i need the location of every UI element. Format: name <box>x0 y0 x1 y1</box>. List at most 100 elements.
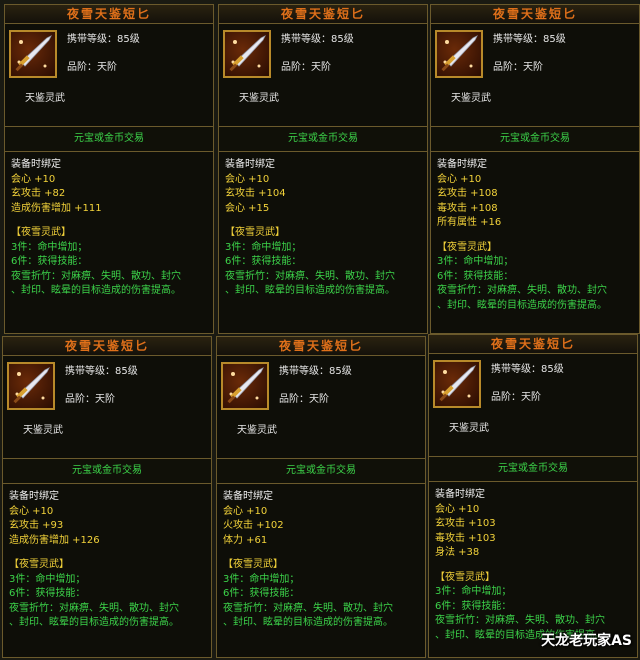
set-bonus-6: 6件：获得技能： <box>11 256 88 267</box>
item-title: 夜雪天鉴短匕 <box>217 337 425 356</box>
carry-level: 携带等级：85级 <box>65 366 138 377</box>
item-icon[interactable] <box>223 30 271 78</box>
bind-type: 装备时绑定 <box>225 159 275 170</box>
stat-line: 玄攻击 +108 <box>437 188 498 199</box>
bind-type: 装备时绑定 <box>9 491 59 502</box>
trade-type: 元宝或金币交易 <box>217 458 425 484</box>
skill-desc-1: 夜雪折竹：对麻痹、失明、散功、封穴 <box>435 615 605 626</box>
dagger-icon <box>229 35 266 72</box>
item-tooltip-card: 夜雪天鉴短匕携带等级：85级 品阶：天阶天鉴灵武元宝或金币交易装备时绑定会心 +1… <box>4 4 214 334</box>
item-grade: 品阶：天阶 <box>281 62 331 73</box>
dagger-icon <box>441 35 478 72</box>
item-series: 天鉴灵武 <box>23 425 63 436</box>
skill-desc-2: 、封印、眩晕的目标造成的伤害提高。 <box>9 617 179 628</box>
attribute-list: 装备时绑定 会心 +10 玄攻击 +108 毒攻击 +108 所有属性 +16 【夜雪灵武… <box>431 152 639 319</box>
item-tooltip-card: 夜雪天鉴短匕携带等级：85级 品阶：天阶天鉴灵武元宝或金币交易装备时绑定会心 +1… <box>428 334 638 658</box>
skill-desc-1: 夜雪折竹：对麻痹、失明、散功、封穴 <box>223 602 393 614</box>
set-name: 【夜雪灵武】 <box>435 571 495 583</box>
carry-level: 携带等级：85级 <box>491 364 564 375</box>
item-icon[interactable] <box>221 362 269 410</box>
item-tooltip-card: 夜雪天鉴短匕 携带等级：85级 品阶：天阶 天鉴灵武 元宝或金币交易 装备时绑定 会心 +1… <box>2 336 212 658</box>
attribute-list: 装备时绑定 会心 +10 玄攻击 +103 毒攻击 +103 身法 +38 【夜雪灵武】 3… <box>429 482 637 649</box>
stat-line: 造成伤害增加 +126 <box>9 534 100 546</box>
set-bonus-6: 6件：获得技能： <box>9 588 86 599</box>
set-name: 【夜雪灵武】 <box>11 227 71 238</box>
trade-type: 元宝或金币交易 <box>429 456 637 482</box>
stat-line: 会心 +10 <box>225 173 270 185</box>
item-grade: 品阶：天阶 <box>65 394 115 405</box>
item-series: 天鉴灵武 <box>451 93 491 104</box>
stat-line: 会心 +15 <box>225 202 270 214</box>
stat-line: 玄攻击 +82 <box>11 188 66 199</box>
stat-line: 火攻击 +102 <box>223 520 284 531</box>
trade-type: 元宝或金币交易 <box>431 126 639 152</box>
stat-line: 造成伤害增加 +111 <box>11 202 102 214</box>
trade-type: 元宝或金币交易 <box>5 126 213 152</box>
stat-line: 体力 +61 <box>223 534 268 546</box>
stat-line: 会心 +10 <box>223 505 268 517</box>
stat-line: 所有属性 +16 <box>437 217 502 228</box>
set-bonus-3: 3件：命中增加； <box>223 573 300 585</box>
trade-type: 元宝或金币交易 <box>3 458 211 484</box>
item-tooltip-card: 夜雪天鉴短匕 携带等级：85级 品阶：天阶 天鉴灵武 元宝或金币交易 装备时绑定 会心 +1… <box>216 336 426 658</box>
item-title: 夜雪天鉴短匕 <box>3 337 211 356</box>
item-series: 天鉴灵武 <box>237 425 277 436</box>
stat-line: 会心 +10 <box>11 173 56 185</box>
set-bonus-6: 6件：获得技能： <box>225 256 302 267</box>
set-bonus-3: 3件：命中增加； <box>9 573 86 585</box>
dagger-icon <box>439 365 476 402</box>
carry-level: 携带等级：85级 <box>279 366 352 377</box>
skill-desc-1: 夜雪折竹：对麻痹、失明、散功、封穴 <box>9 602 179 614</box>
stat-line: 玄攻击 +103 <box>435 518 496 529</box>
skill-desc-1: 夜雪折竹：对麻痹、失明、散功、封穴 <box>11 270 181 282</box>
item-series: 天鉴灵武 <box>25 93 65 104</box>
skill-desc-2: 、封印、眩晕的目标造成的伤害提高。 <box>11 285 181 296</box>
set-name: 【夜雪灵武】 <box>437 241 497 253</box>
set-bonus-6: 6件：获得技能： <box>223 588 300 599</box>
stat-line: 毒攻击 +108 <box>437 202 498 214</box>
set-bonus-3: 3件：命中增加； <box>435 586 512 597</box>
item-icon[interactable] <box>435 30 483 78</box>
skill-desc-2: 、封印、眩晕的目标造成的伤害提高。 <box>437 299 607 311</box>
set-name: 【夜雪灵武】 <box>223 559 283 570</box>
attribute-list: 装备时绑定会心 +10 玄攻击 +104 会心 +15 【夜雪灵武】 3件：命中增加； 6… <box>219 152 427 305</box>
item-title: 夜雪天鉴短匕 <box>5 5 213 24</box>
carry-level: 携带等级：85级 <box>281 34 354 45</box>
dagger-icon <box>227 367 264 404</box>
stat-line: 玄攻击 +93 <box>9 520 64 531</box>
item-series: 天鉴灵武 <box>239 93 279 104</box>
bind-type: 装备时绑定 <box>11 159 61 170</box>
item-grade: 品阶：天阶 <box>67 62 117 73</box>
attribute-list: 装备时绑定会心 +10 玄攻击 +82 造成伤害增加 +111 【夜雪灵武】 3件：命中… <box>5 152 213 305</box>
set-name: 【夜雪灵武】 <box>9 559 69 570</box>
stat-line: 玄攻击 +104 <box>225 188 286 199</box>
set-bonus-3: 3件：命中增加； <box>225 241 302 253</box>
bind-type: 装备时绑定 <box>435 489 485 500</box>
attribute-list: 装备时绑定会心 +10 火攻击 +102 体力 +61 【夜雪灵武】 3件：命中增加； 6… <box>217 484 425 637</box>
set-bonus-6: 6件：获得技能： <box>435 600 512 612</box>
skill-desc-2: 、封印、眩晕的目标造成的伤害提高。 <box>225 285 395 296</box>
skill-desc-1: 夜雪折竹：对麻痹、失明、散功、封穴 <box>437 285 607 296</box>
bind-type: 装备时绑定 <box>437 159 487 170</box>
dagger-icon <box>13 367 50 404</box>
set-bonus-6: 6件：获得技能： <box>437 270 514 282</box>
item-grade: 品阶：天阶 <box>491 392 541 403</box>
item-icon[interactable] <box>9 30 57 78</box>
item-series: 天鉴灵武 <box>449 423 489 434</box>
item-title: 夜雪天鉴短匕 <box>429 335 637 354</box>
stat-line: 会心 +10 <box>435 503 480 515</box>
dagger-icon <box>15 35 52 72</box>
item-tooltip-card: 夜雪天鉴短匕 携带等级：85级 品阶：天阶 天鉴灵武 元宝或金币交易 装备时绑定 会心 +1… <box>430 4 640 334</box>
item-title: 夜雪天鉴短匕 <box>431 5 639 24</box>
carry-level: 携带等级：85级 <box>493 34 566 45</box>
set-bonus-3: 3件：命中增加； <box>11 241 88 253</box>
bind-type: 装备时绑定 <box>223 491 273 502</box>
item-icon[interactable] <box>433 360 481 408</box>
watermark: 天龙老玩家AS <box>541 633 632 649</box>
item-grade: 品阶：天阶 <box>493 62 543 73</box>
carry-level: 携带等级：85级 <box>67 34 140 45</box>
item-title: 夜雪天鉴短匕 <box>219 5 427 24</box>
stat-line: 毒攻击 +103 <box>435 532 496 544</box>
set-name: 【夜雪灵武】 <box>225 227 285 238</box>
item-icon[interactable] <box>7 362 55 410</box>
